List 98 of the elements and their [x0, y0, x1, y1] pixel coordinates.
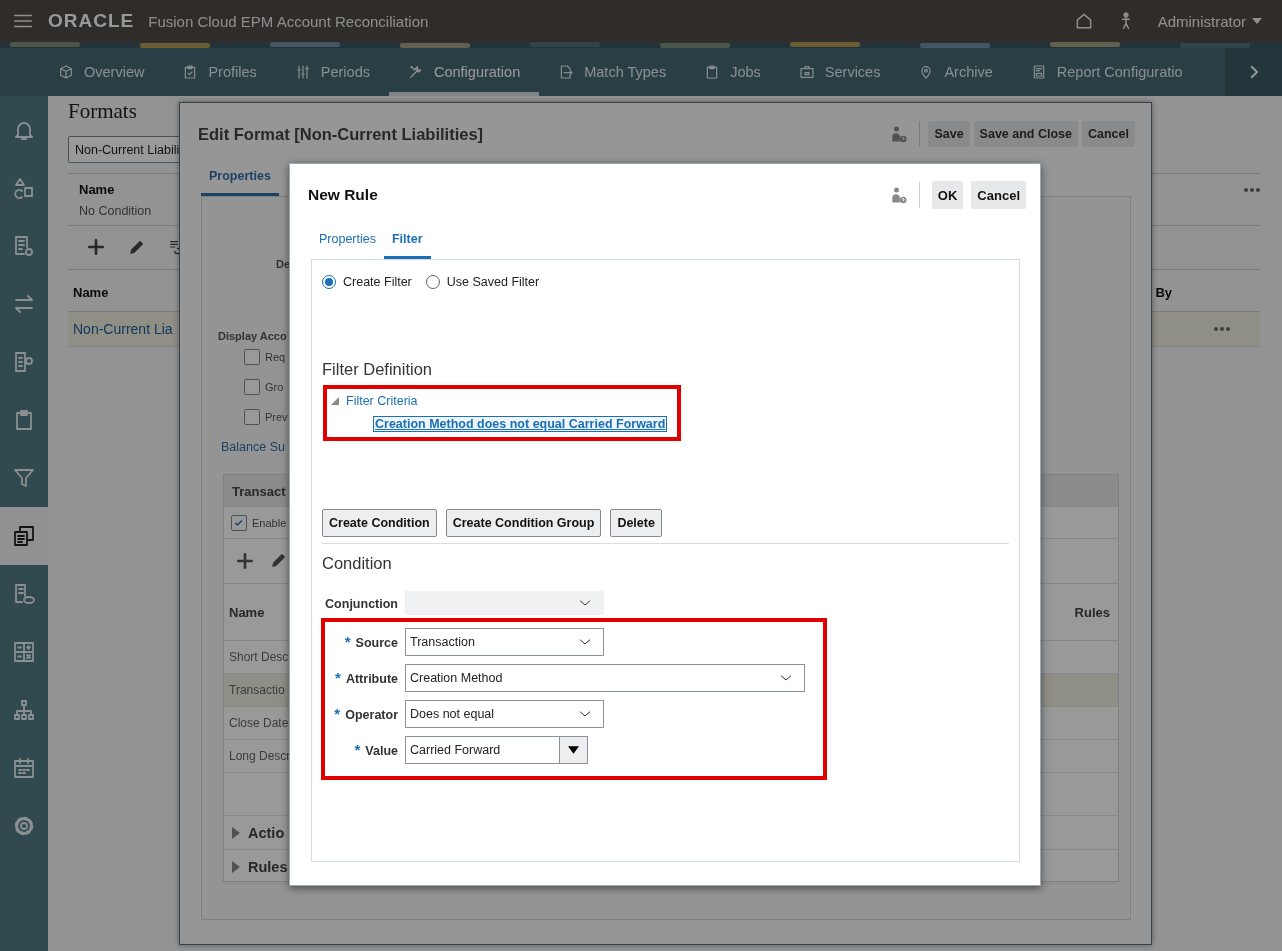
radio-button[interactable]	[322, 275, 336, 289]
dialog-title: Edit Format [Non-Current Liabilities]	[198, 124, 484, 144]
radio-button[interactable]	[425, 275, 440, 289]
nav-tab[interactable]: Profiles	[163, 48, 276, 96]
add-icon[interactable]	[86, 237, 106, 257]
documents-icon	[12, 524, 36, 548]
field-value: Carried Forward	[410, 743, 501, 757]
list-gear-icon	[12, 350, 36, 374]
field-label: Display Acco	[218, 330, 287, 342]
tree-node[interactable]: Creation Method does not equal Carried Forward	[373, 416, 668, 432]
dialog-button[interactable]: Save	[928, 121, 970, 147]
format-name-link[interactable]: Non-Current Lia	[73, 321, 173, 337]
field-label: De	[276, 258, 291, 270]
field-value: Creation Method	[410, 671, 503, 685]
required-mark: *	[344, 633, 351, 650]
dialog-button[interactable]: Save and Close	[973, 121, 1078, 147]
checkbox-label: Gro	[265, 381, 284, 393]
calculator-icon	[12, 640, 36, 664]
dialog-button[interactable]: Cancel	[1082, 121, 1135, 147]
field-label: Source	[355, 636, 398, 650]
document-gear-icon	[12, 234, 36, 258]
required-mark: *	[334, 705, 341, 722]
app-title: Fusion Cloud EPM Account Reconciliation	[148, 12, 429, 30]
field-label: Operator	[345, 708, 398, 722]
page-title: Formats	[68, 99, 138, 124]
nav-tab[interactable]: Report Configuratio	[1011, 48, 1202, 96]
document-arrow-icon	[558, 64, 575, 80]
briefcase-icon	[798, 64, 815, 80]
field-value: Transaction	[410, 635, 475, 649]
required-mark: *	[335, 669, 341, 686]
sliders-icon	[294, 64, 311, 80]
nav-tab[interactable]: Overview	[39, 48, 164, 96]
expand-icon[interactable]	[232, 860, 240, 873]
dropdown-field[interactable]: Does not equal	[405, 700, 604, 728]
tree-node[interactable]: Filter Criteria	[346, 394, 418, 408]
checkbox-label: Prev	[265, 411, 288, 423]
nav-tab[interactable]: Periods	[275, 48, 389, 96]
filter-icon	[12, 466, 36, 490]
checkbox[interactable]	[244, 409, 260, 425]
radio-label: Create Filter	[343, 275, 412, 289]
section-title[interactable]: Rules	[248, 858, 288, 875]
checkbox-label: Req	[265, 351, 286, 363]
dropdown-field[interactable]: Creation Method	[405, 664, 805, 692]
column-header: By	[1155, 285, 1172, 300]
calendar-icon	[12, 756, 36, 780]
table-cell-text: No Condition	[78, 203, 153, 220]
section-title: Condition	[322, 554, 393, 573]
checkbox[interactable]	[231, 514, 247, 531]
more-icon	[1244, 187, 1260, 192]
column-header: Name	[79, 182, 115, 197]
collapse-icon[interactable]	[331, 397, 339, 405]
expand-icon[interactable]	[232, 826, 240, 839]
dialog-button[interactable]: OK	[931, 181, 964, 209]
column-header: Name	[73, 285, 109, 300]
nav-tab[interactable]: Match Types	[539, 48, 686, 96]
dropdown-button[interactable]	[559, 737, 587, 763]
checkbox-label: Enable	[252, 516, 287, 529]
dropdown-field[interactable]: Transaction	[405, 628, 604, 656]
hierarchy-icon	[12, 698, 36, 722]
tab[interactable]: Properties	[311, 224, 384, 259]
radio-label: Use Saved Filter	[446, 275, 540, 289]
settings-icon	[12, 814, 36, 838]
field-label: Attribute	[345, 672, 398, 686]
nav-tab[interactable]: Archive	[899, 48, 1012, 96]
combo-box[interactable]: Carried Forward	[405, 736, 588, 764]
user-menu[interactable]: Administrator	[1157, 12, 1262, 30]
column-header: Rules	[1074, 604, 1110, 620]
cube-icon	[58, 64, 74, 80]
action-button[interactable]: Create Condition Group	[445, 509, 602, 537]
action-button[interactable]: Delete	[610, 509, 662, 537]
sidebar-item[interactable]	[0, 507, 48, 565]
pencil-icon[interactable]	[128, 238, 146, 256]
tab[interactable]: Filter	[384, 224, 431, 259]
field-label: Value	[365, 744, 398, 758]
more-icon[interactable]	[1214, 327, 1230, 331]
required-mark: *	[354, 741, 361, 758]
logo[interactable]: ORACLE	[48, 10, 135, 32]
dialog-title: New Rule	[308, 186, 378, 204]
nav-tab[interactable]: Configuration	[388, 48, 540, 96]
section-title: Filter Definition	[322, 360, 434, 379]
section-title[interactable]: Actio	[248, 824, 285, 841]
pencil-icon[interactable]	[270, 551, 288, 569]
shapes-icon	[12, 176, 36, 200]
action-button[interactable]: Create Condition	[322, 509, 437, 537]
caret-icon	[1252, 18, 1262, 24]
column-header: Name	[229, 604, 265, 620]
document-eye-icon	[12, 582, 36, 606]
swap-arrows-icon	[12, 292, 36, 316]
add-icon[interactable]	[235, 551, 255, 571]
dialog-button[interactable]: Cancel	[971, 181, 1026, 209]
nav-tab[interactable]: Jobs	[685, 48, 780, 96]
tools-icon	[407, 64, 424, 80]
checkbox[interactable]	[244, 349, 260, 365]
caret-icon	[568, 746, 579, 754]
nav-tab[interactable]: Services	[779, 48, 900, 96]
field-value: Does not equal	[410, 707, 495, 721]
field-label: Conjunction	[325, 597, 398, 611]
checkbox[interactable]	[244, 379, 260, 395]
